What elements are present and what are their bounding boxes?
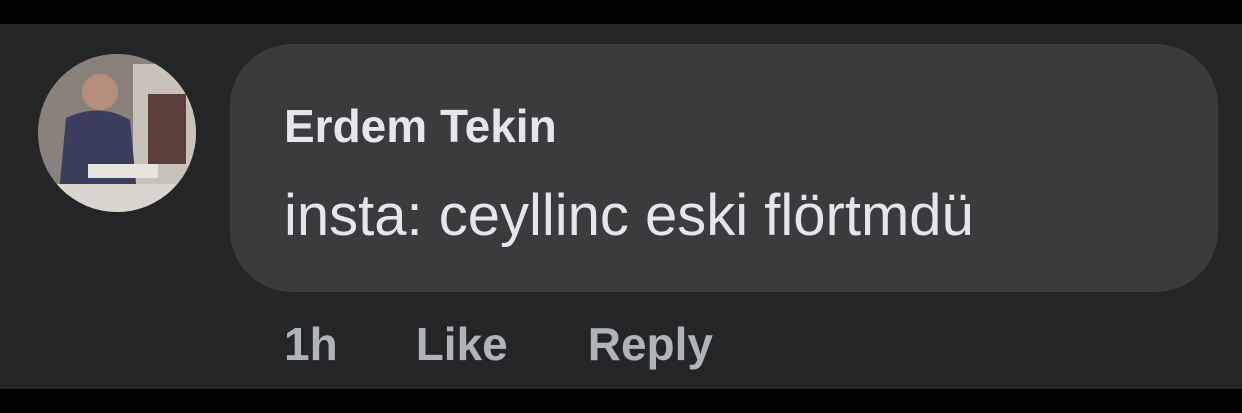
comment-container: Erdem Tekin insta: ceyllinc eski flörtmd…	[0, 24, 1242, 389]
avatar-photo-icon	[38, 54, 196, 212]
comment-bubble: Erdem Tekin insta: ceyllinc eski flörtmd…	[230, 44, 1218, 292]
comment-author[interactable]: Erdem Tekin	[284, 100, 557, 152]
avatar[interactable]	[38, 54, 196, 212]
comment-timestamp[interactable]: 1h	[284, 317, 338, 371]
comment-text: insta: ceyllinc eski flörtmdü	[284, 183, 974, 248]
comment-actions: 1h Like Reply	[284, 314, 713, 374]
like-button[interactable]: Like	[416, 317, 508, 371]
reply-button[interactable]: Reply	[588, 317, 713, 371]
